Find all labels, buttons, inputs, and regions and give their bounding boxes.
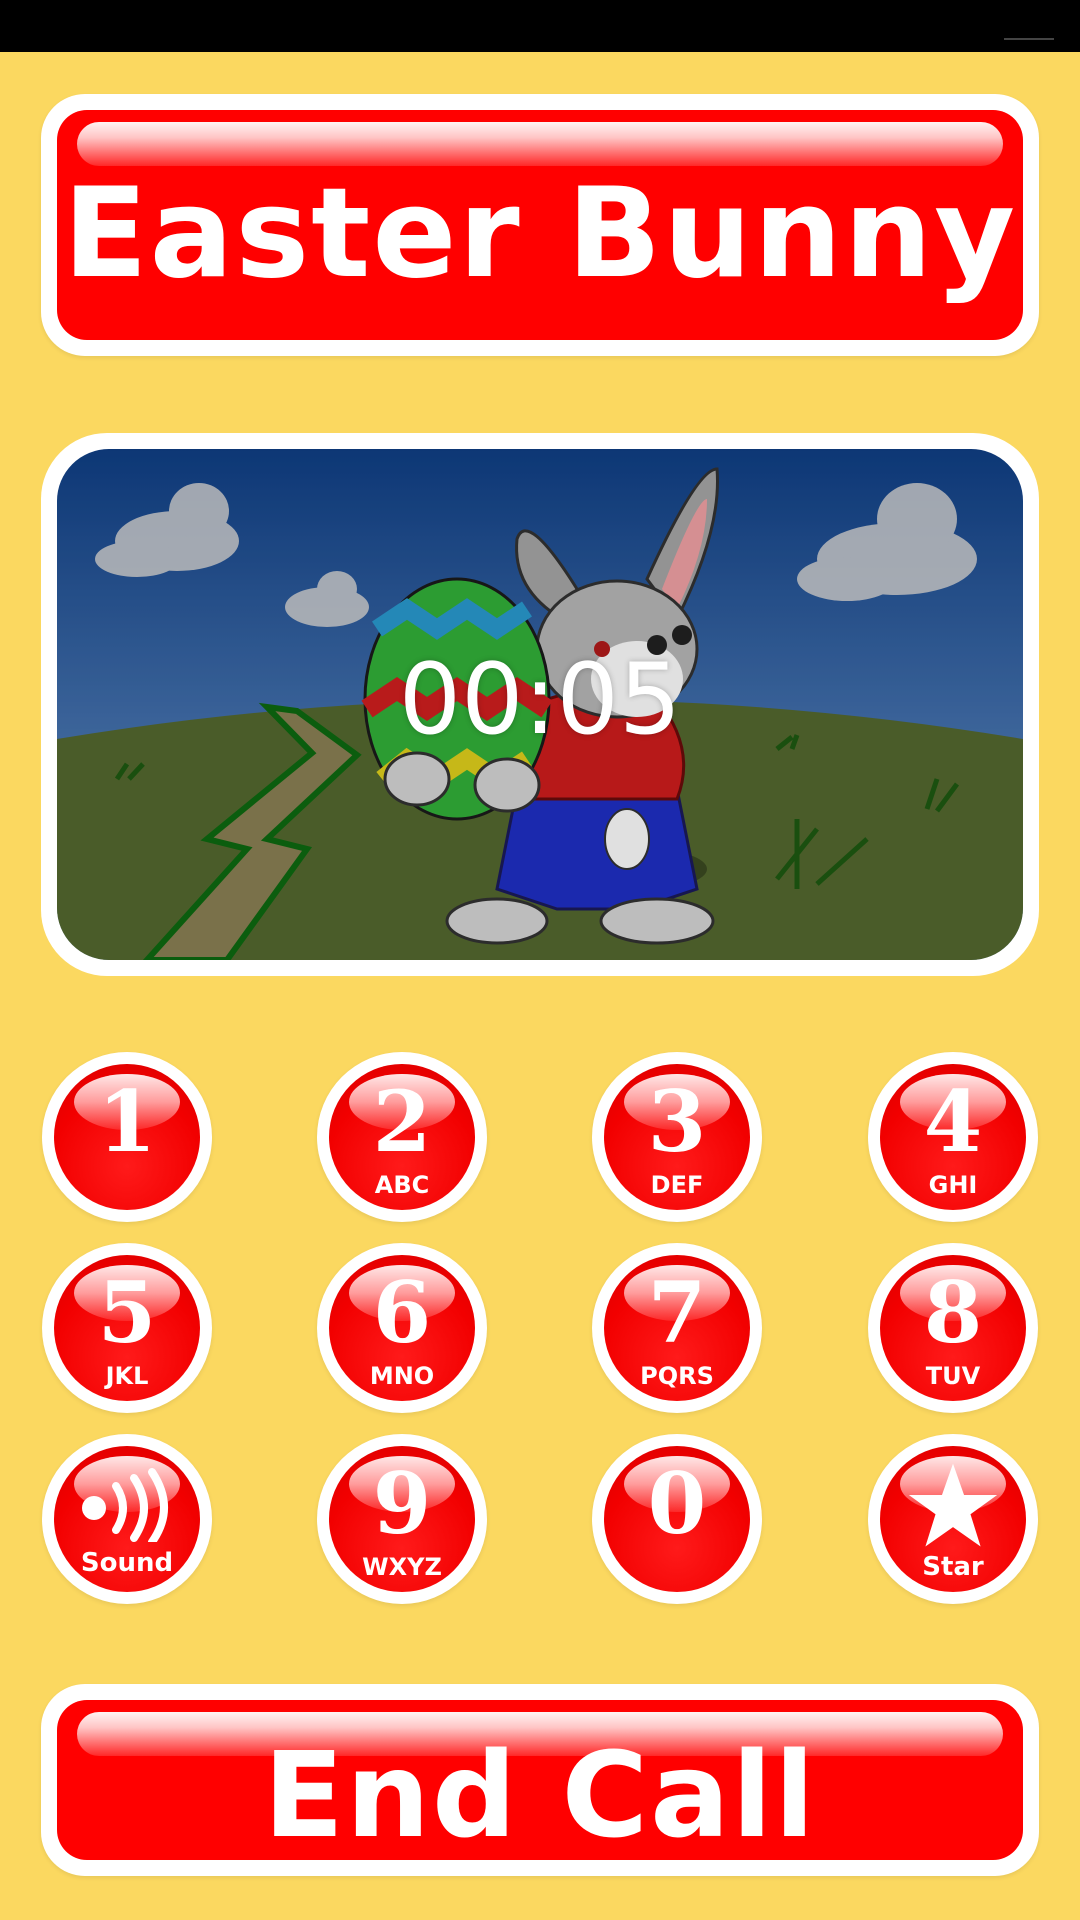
key-8-disc: 8 TUV xyxy=(880,1255,1026,1401)
key-9[interactable]: 9 WXYZ xyxy=(317,1434,487,1604)
key-6[interactable]: 6 MNO xyxy=(317,1243,487,1413)
key-0-digit: 0 xyxy=(647,1454,707,1553)
sound-label: Sound xyxy=(80,1548,174,1578)
key-6-letters: MNO xyxy=(369,1362,435,1390)
key-6-digit: 6 xyxy=(372,1263,432,1362)
key-2[interactable]: 2 ABC xyxy=(317,1052,487,1222)
end-call-plate: End Call xyxy=(57,1700,1023,1860)
key-7-letters: PQRS xyxy=(640,1362,714,1390)
status-bar xyxy=(0,0,1080,52)
key-3[interactable]: 3 DEF xyxy=(592,1052,762,1222)
key-8[interactable]: 8 TUV xyxy=(868,1243,1038,1413)
key-8-letters: TUV xyxy=(925,1362,981,1390)
key-3-letters: DEF xyxy=(650,1171,704,1199)
key-1-disc: 1 xyxy=(54,1064,200,1210)
contact-name-plate: Easter Bunny xyxy=(57,110,1023,340)
banner-shine xyxy=(77,122,1003,166)
key-3-disc: 3 DEF xyxy=(604,1064,750,1210)
star-button[interactable]: Star xyxy=(868,1434,1038,1604)
end-call-button[interactable]: End Call xyxy=(41,1684,1039,1876)
key-2-digit: 2 xyxy=(372,1072,432,1171)
contact-name-banner: Easter Bunny xyxy=(41,94,1039,356)
call-timer: 00:05 xyxy=(398,643,682,757)
key-4-letters: GHI xyxy=(928,1171,978,1199)
key-4[interactable]: 4 GHI xyxy=(868,1052,1038,1222)
sound-icon xyxy=(54,1468,200,1546)
star-icon xyxy=(880,1460,1026,1556)
key-4-digit: 4 xyxy=(923,1072,983,1171)
key-9-disc: 9 WXYZ xyxy=(329,1446,475,1592)
key-5-digit: 5 xyxy=(97,1263,157,1362)
key-0[interactable]: 0 xyxy=(592,1434,762,1604)
key-7-disc: 7 PQRS xyxy=(604,1255,750,1401)
key-5-letters: JKL xyxy=(105,1362,149,1390)
sound-button[interactable]: Sound xyxy=(42,1434,212,1604)
key-6-disc: 6 MNO xyxy=(329,1255,475,1401)
key-4-disc: 4 GHI xyxy=(880,1064,1026,1210)
key-5[interactable]: 5 JKL xyxy=(42,1243,212,1413)
key-7[interactable]: 7 PQRS xyxy=(592,1243,762,1413)
sound-button-disc: Sound xyxy=(54,1446,200,1592)
key-8-digit: 8 xyxy=(923,1263,983,1362)
star-label: Star xyxy=(922,1552,984,1582)
key-1[interactable]: 1 xyxy=(42,1052,212,1222)
key-5-disc: 5 JKL xyxy=(54,1255,200,1401)
contact-name: Easter Bunny xyxy=(62,162,1018,306)
key-9-letters: WXYZ xyxy=(362,1553,442,1581)
caller-picture: 00:05 xyxy=(57,449,1023,960)
key-2-letters: ABC xyxy=(374,1171,430,1199)
end-call-label: End Call xyxy=(263,1726,817,1860)
key-2-disc: 2 ABC xyxy=(329,1064,475,1210)
key-0-disc: 0 xyxy=(604,1446,750,1592)
status-bar-indicator xyxy=(1004,38,1054,40)
key-1-digit: 1 xyxy=(97,1072,157,1171)
key-3-digit: 3 xyxy=(647,1072,707,1171)
key-7-digit: 7 xyxy=(647,1263,707,1362)
key-9-digit: 9 xyxy=(372,1454,432,1553)
star-button-disc: Star xyxy=(880,1446,1026,1592)
